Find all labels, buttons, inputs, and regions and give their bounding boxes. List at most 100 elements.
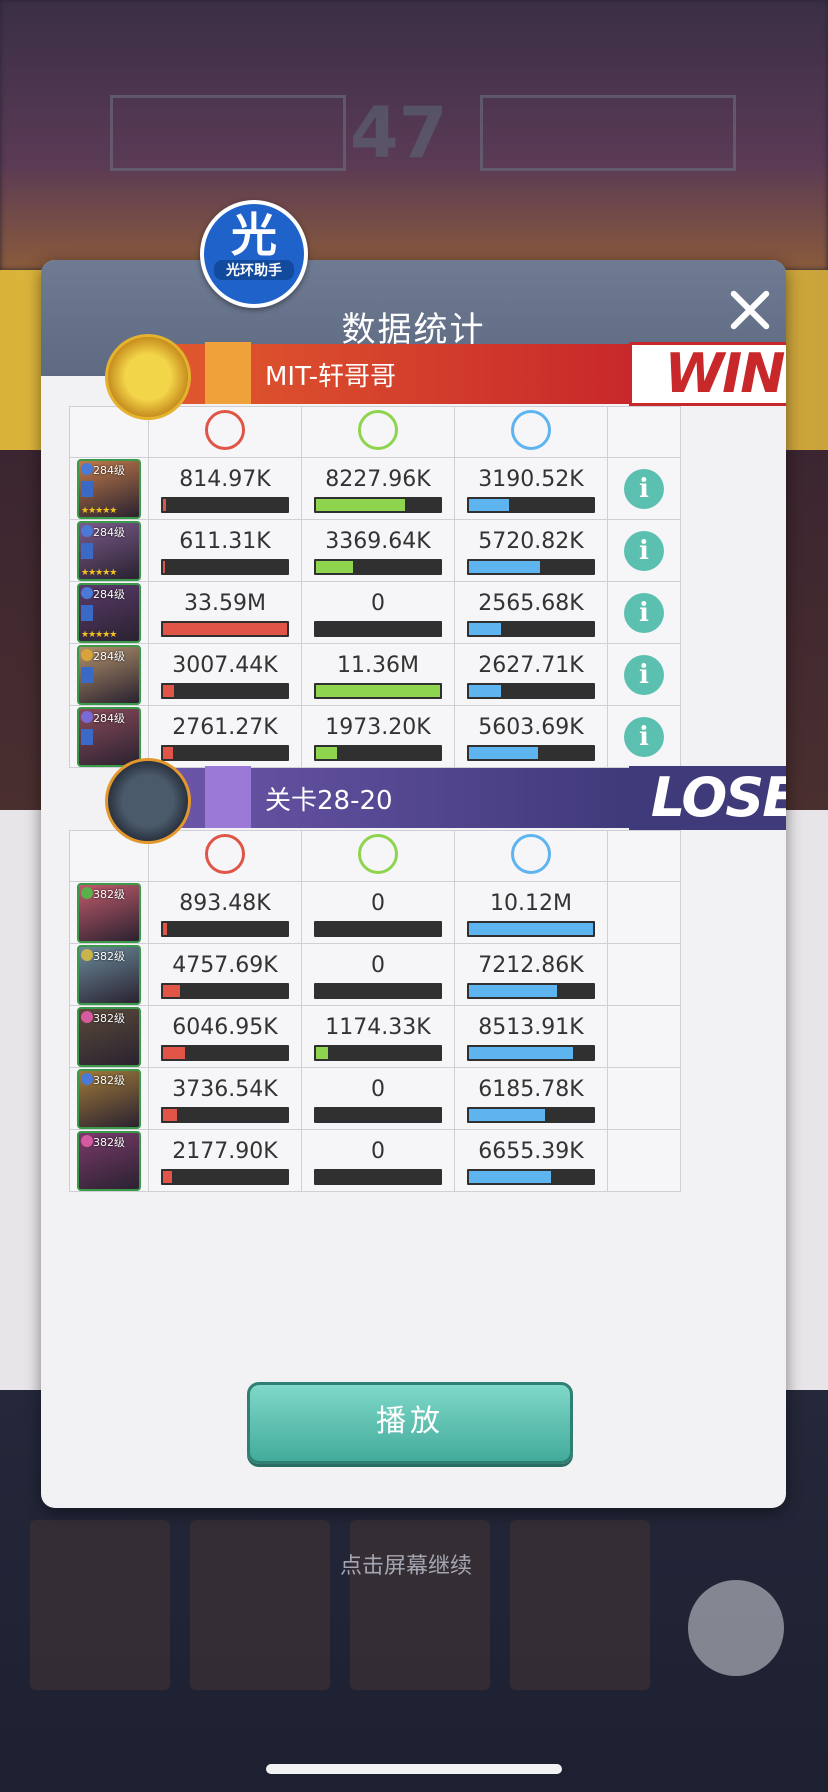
heal-value: 1174.33K xyxy=(325,1014,431,1040)
hero-level: 382级 xyxy=(93,1011,125,1025)
hero-row: 382级 3736.54K 0 6185.78K xyxy=(69,1067,681,1130)
hero-class-icon xyxy=(81,666,93,683)
shield-value: 7212.86K xyxy=(478,952,584,978)
hero-stars: ★★★★★ xyxy=(81,505,117,516)
info-icon[interactable]: i xyxy=(624,592,664,633)
heal-value: 11.36M xyxy=(337,652,419,678)
data-stats-fab[interactable] xyxy=(688,1580,784,1676)
halo-assistant-badge[interactable]: 光 光环助手 xyxy=(200,200,308,308)
result-lose: LOSE xyxy=(629,766,786,830)
hero-portrait[interactable]: 382级 xyxy=(77,1068,141,1129)
badge-label: 光环助手 xyxy=(214,260,294,280)
damage-bar xyxy=(161,1106,289,1123)
hero-portrait[interactable]: 284级 xyxy=(77,706,141,767)
hero-row: 382级 4757.69K 0 7212.86K xyxy=(69,943,681,1006)
damage-bar xyxy=(161,982,289,999)
shield-value: 10.12M xyxy=(490,890,572,916)
hero-level: 382级 xyxy=(93,949,125,963)
info-icon[interactable]: i xyxy=(624,654,664,695)
badge-glyph: 光 xyxy=(231,208,277,262)
hero-row: 382级 6046.95K 1174.33K 8513.91K xyxy=(69,1005,681,1068)
shield-value: 2627.71K xyxy=(478,652,584,678)
hero-level: 284级 xyxy=(93,525,125,539)
damage-value: 3736.54K xyxy=(172,1076,278,1102)
shield-bar xyxy=(467,558,595,575)
hero-level: 382级 xyxy=(93,1073,125,1087)
hero-row: 284级 ★★★★★ 33.59M 0 2565.68K i xyxy=(69,581,681,644)
heal-bar xyxy=(314,1168,442,1185)
damage-bar xyxy=(161,558,289,575)
hero-row: 284级 ★★★★★ 611.31K 3369.64K 5720.82K i xyxy=(69,519,681,582)
hero-row: 382级 893.48K 0 10.12M xyxy=(69,881,681,944)
shield-icon xyxy=(511,834,551,874)
team1-stats-table: 284级 ★★★★★ 814.97K 8227.96K 3190.52K i 284级 ★★★… xyxy=(69,406,681,768)
shield-value: 5720.82K xyxy=(478,528,584,554)
info-icon[interactable]: i xyxy=(624,716,664,757)
damage-value: 893.48K xyxy=(179,890,271,916)
hero-portrait[interactable]: 284级 xyxy=(77,644,141,705)
hero-row: 382级 2177.90K 0 6655.39K xyxy=(69,1129,681,1192)
hero-stars: ★★★★★ xyxy=(81,567,117,578)
heal-bar xyxy=(314,1106,442,1123)
hero-level: 284级 xyxy=(93,587,125,601)
result-win: WIN xyxy=(629,342,786,406)
hero-class-icon xyxy=(81,480,93,497)
hero-level: 284级 xyxy=(93,649,125,663)
hero-portrait[interactable]: 382级 xyxy=(77,1006,141,1067)
shield-bar xyxy=(467,682,595,699)
hero-portrait[interactable]: 382级 xyxy=(77,944,141,1005)
enemy-avatar[interactable] xyxy=(105,758,191,844)
hero-level: 284级 xyxy=(93,711,125,725)
home-indicator[interactable] xyxy=(266,1764,562,1774)
team-banner-lose: 关卡28-20 LOSE xyxy=(69,758,786,844)
play-button[interactable]: 播放 xyxy=(247,1382,573,1464)
team-name: MIT-轩哥哥 xyxy=(265,362,396,392)
hero-portrait[interactable]: 284级 ★★★★★ xyxy=(77,582,141,643)
hero-portrait[interactable]: 382级 xyxy=(77,1130,141,1191)
player-avatar[interactable] xyxy=(105,334,191,420)
hero-class-icon xyxy=(81,542,93,559)
damage-value: 814.97K xyxy=(179,466,271,492)
hero-level: 284级 xyxy=(93,463,125,477)
damage-icon xyxy=(205,410,245,450)
heal-value: 0 xyxy=(371,890,385,916)
damage-bar xyxy=(161,1044,289,1061)
stats-dialog: 数据统计 MIT-轩哥哥 WIN 284级 ★★★★★ 814.97K 8227.96… xyxy=(41,260,786,1508)
heal-bar xyxy=(314,744,442,761)
shield-value: 6655.39K xyxy=(478,1138,584,1164)
shield-icon xyxy=(511,410,551,450)
damage-value: 4757.69K xyxy=(172,952,278,978)
damage-bar xyxy=(161,1168,289,1185)
team2-stats-table: 382级 893.48K 0 10.12M 382级 4757.69K 0 7212.86K 3… xyxy=(69,830,681,1192)
info-icon[interactable]: i xyxy=(624,468,664,509)
shield-bar xyxy=(467,982,595,999)
element-gem-icon xyxy=(81,648,93,661)
heal-bar xyxy=(314,620,442,637)
team-banner-win: MIT-轩哥哥 WIN xyxy=(69,334,786,420)
shield-bar xyxy=(467,920,595,937)
element-gem-icon xyxy=(81,524,93,537)
hero-class-icon xyxy=(81,728,93,745)
tap-to-continue-hint[interactable]: 点击屏幕继续 xyxy=(340,1548,472,1580)
element-gem-icon xyxy=(81,1134,93,1147)
shield-bar xyxy=(467,1168,595,1185)
hero-portrait[interactable]: 284级 ★★★★★ xyxy=(77,520,141,581)
shield-bar xyxy=(467,1106,595,1123)
hero-portrait[interactable]: 382级 xyxy=(77,882,141,943)
heal-value: 1973.20K xyxy=(325,714,431,740)
info-icon[interactable]: i xyxy=(624,530,664,571)
enemy-hud xyxy=(480,95,736,171)
damage-value: 2177.90K xyxy=(172,1138,278,1164)
element-gem-icon xyxy=(81,948,93,961)
damage-bar xyxy=(161,920,289,937)
hero-row: 284级 ★★★★★ 814.97K 8227.96K 3190.52K i xyxy=(69,457,681,520)
close-icon[interactable] xyxy=(725,286,773,334)
damage-bar xyxy=(161,496,289,513)
heal-value: 0 xyxy=(371,590,385,616)
hero-portrait[interactable]: 284级 ★★★★★ xyxy=(77,458,141,519)
element-gem-icon xyxy=(81,462,93,475)
heal-bar xyxy=(314,496,442,513)
heal-icon xyxy=(358,410,398,450)
element-gem-icon xyxy=(81,710,93,723)
damage-value: 6046.95K xyxy=(172,1014,278,1040)
